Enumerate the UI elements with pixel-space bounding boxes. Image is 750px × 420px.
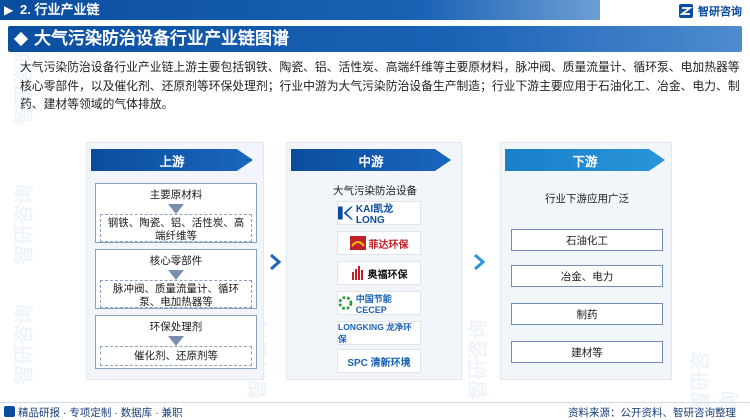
- brand-name: 智研咨询: [698, 6, 742, 18]
- cecep-logo-icon: [338, 296, 353, 310]
- company-logo-longking: LONGKING 龙净环保: [337, 321, 421, 345]
- company-logo-text: LONGKING 龙净环保: [338, 322, 412, 344]
- upstream-column: 上游 主要原材料 钢铁、陶瓷、铝、活性炭、高端纤维等 核心零部件 脉冲阀、质量流…: [86, 142, 264, 380]
- footer-divider: [0, 402, 750, 403]
- brand-logo-icon: [679, 4, 693, 18]
- description-paragraph: 大气污染防治设备行业产业链上游主要包括钢铁、陶瓷、铝、活性炭、高端纤维等主要原材…: [20, 60, 740, 111]
- company-logo-text: 菲达环保: [368, 239, 409, 251]
- upstream-group-body: 钢铁、陶瓷、铝、活性炭、高端纤维等: [100, 214, 252, 242]
- chevron-right-icon: [474, 253, 486, 271]
- chevron-right-icon: ▶: [4, 3, 14, 17]
- upstream-group: 核心零部件 脉冲阀、质量流量计、循环泵、电加热器等: [95, 249, 257, 309]
- footer-services: 精品研报 · 专项定制 · 数据库 · 兼职: [18, 407, 183, 419]
- footer: 精品研报 · 专项定制 · 数据库 · 兼职 资料来源：公开资料、智研咨询整理: [0, 402, 750, 420]
- watermark: 智研咨询: [690, 351, 741, 411]
- page-title: 大气污染防治设备行业产业链图谱: [34, 29, 289, 48]
- section-title: 2. 行业产业链: [20, 2, 100, 17]
- title-bar: 大气污染防治设备行业产业链图谱: [8, 26, 742, 52]
- upstream-group-title: 环保处理剂: [149, 320, 203, 333]
- brand-logo: 智研咨询: [678, 3, 742, 19]
- upstream-group-title: 核心零部件: [149, 254, 203, 267]
- company-logo-text: 中国节能 CECEP: [355, 293, 392, 315]
- midstream-subtitle: 大气污染防治设备: [333, 185, 417, 197]
- downstream-column: 下游 行业下游应用广泛 石油化工 冶金、电力 制药 建材等: [500, 142, 672, 380]
- downstream-item: 建材等: [511, 341, 663, 363]
- company-logo-spc: SPC 清新环境: [337, 349, 421, 373]
- watermark: 智研咨询: [467, 319, 490, 400]
- upstream-group-title: 主要原材料: [149, 188, 203, 201]
- company-logo-cecep: 中国节能 CECEP: [337, 291, 421, 315]
- watermark: 智研咨询: [13, 184, 36, 265]
- kailong-logo-icon: [338, 206, 353, 220]
- arrow-down-icon: [168, 270, 184, 280]
- feida-logo-icon: [349, 236, 366, 250]
- company-logo-aofu: 奥福环保: [337, 261, 421, 285]
- upstream-header: 上游: [91, 149, 253, 171]
- upstream-group-body: 脉冲阀、质量流量计、循环泵、电加热器等: [100, 280, 252, 308]
- company-logo-kailong: KAI凯龙 LONG: [337, 201, 421, 226]
- company-logo-text: KAI凯龙 LONG: [355, 204, 394, 226]
- chevron-right-icon: [270, 253, 282, 271]
- company-logo-text: 奥福环保: [367, 269, 408, 281]
- upstream-group: 主要原材料 钢铁、陶瓷、铝、活性炭、高端纤维等: [95, 183, 257, 243]
- arrow-down-icon: [168, 336, 184, 346]
- downstream-item: 冶金、电力: [511, 265, 663, 287]
- midstream-column: 中游 大气污染防治设备 KAI凯龙 LONG 菲达环保 奥福环保 中国节能 CE…: [286, 142, 462, 380]
- downstream-item: 制药: [511, 303, 663, 325]
- downstream-item: 石油化工: [511, 229, 663, 251]
- aofu-logo-icon: [351, 266, 363, 280]
- diamond-icon: [13, 31, 29, 47]
- top-bar: ▶ 2. 行业产业链 智研咨询: [0, 0, 750, 22]
- arrow-down-icon: [168, 204, 184, 214]
- watermark: 智研咨询: [13, 304, 36, 385]
- company-logo-feida: 菲达环保: [337, 231, 421, 255]
- brand-logo-icon: [4, 406, 15, 417]
- company-logo-text: SPC 清新环境: [347, 357, 411, 369]
- midstream-header: 中游: [291, 149, 451, 171]
- footer-source: 资料来源：公开资料、智研咨询整理: [568, 407, 736, 419]
- downstream-header: 下游: [505, 149, 665, 171]
- upstream-group-body: 催化剂、还原剂等: [100, 346, 252, 366]
- upstream-group: 环保处理剂 催化剂、还原剂等: [95, 315, 257, 369]
- downstream-subtitle: 行业下游应用广泛: [545, 193, 629, 205]
